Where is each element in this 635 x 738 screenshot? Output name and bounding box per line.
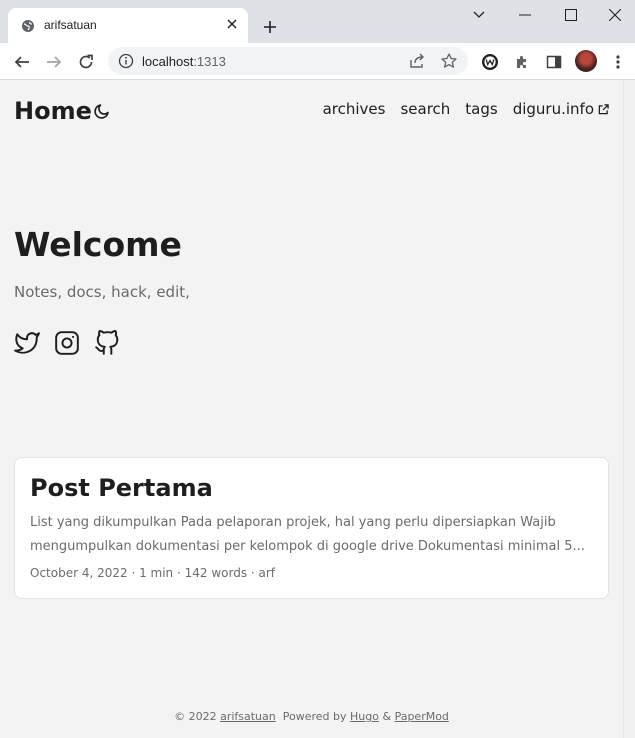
nav-diguru-info-label: diguru.info xyxy=(512,100,594,118)
instagram-icon[interactable] xyxy=(54,330,80,356)
nav-search[interactable]: search xyxy=(400,100,450,118)
hero-subtitle: Notes, docs, hack, edit, xyxy=(14,283,190,301)
footer-hugo-link[interactable]: Hugo xyxy=(350,710,379,723)
tab-title: arifsatuan xyxy=(44,18,97,32)
external-link-icon xyxy=(598,103,609,114)
nav-diguru-info[interactable]: diguru.info xyxy=(513,100,609,118)
moon-icon[interactable] xyxy=(93,102,111,120)
browser-tab[interactable]: arifsatuan xyxy=(8,8,248,43)
url-port: :1313 xyxy=(193,54,226,69)
back-arrow-icon[interactable] xyxy=(8,48,36,76)
globe-icon xyxy=(21,19,35,33)
github-icon[interactable] xyxy=(94,330,120,356)
post-summary: List yang dikumpulkan Pada pelaporan pro… xyxy=(30,515,585,554)
footer-copyright: © 2022 xyxy=(174,710,217,723)
kebab-menu-icon[interactable] xyxy=(604,48,632,76)
side-panel-icon[interactable] xyxy=(540,48,568,76)
page-scrollbar[interactable] xyxy=(623,80,635,738)
close-tab-icon[interactable] xyxy=(222,14,242,34)
reload-icon[interactable] xyxy=(72,48,100,76)
browser-toolbar: localhost:1313 xyxy=(0,43,635,80)
site-info-icon[interactable] xyxy=(118,53,134,69)
maximize-icon[interactable] xyxy=(548,0,594,30)
footer-ampersand: & xyxy=(382,710,392,723)
url-text[interactable]: localhost:1313 xyxy=(142,54,226,69)
profile-avatar[interactable] xyxy=(575,50,597,72)
hero-title: Welcome xyxy=(14,225,182,264)
url-host: localhost xyxy=(142,54,194,69)
twitter-icon[interactable] xyxy=(14,330,40,356)
main-nav: archives search tags diguru.info xyxy=(323,100,609,118)
tab-search-chevron-icon[interactable] xyxy=(456,0,502,30)
extension-w-icon[interactable] xyxy=(476,48,504,76)
post-meta: October 4, 2022 · 1 min · 142 words · ar… xyxy=(30,566,276,580)
new-tab-icon[interactable] xyxy=(258,15,282,39)
nav-tags[interactable]: tags xyxy=(465,100,497,118)
post-card[interactable]: Post Pertama List yang dikumpulkan Pada … xyxy=(14,457,609,599)
site-logo-home-link[interactable]: Home xyxy=(14,97,92,125)
footer-papermod-link[interactable]: PaperMod xyxy=(395,710,449,723)
share-icon[interactable] xyxy=(408,52,426,70)
forward-arrow-icon[interactable] xyxy=(40,48,68,76)
post-title: Post Pertama xyxy=(30,474,213,502)
footer-site-link[interactable]: arifsatuan xyxy=(220,710,276,723)
nav-archives[interactable]: archives xyxy=(323,100,386,118)
address-bar[interactable]: localhost:1313 xyxy=(108,47,468,75)
window-close-icon[interactable] xyxy=(594,0,635,30)
tab-strip: arifsatuan xyxy=(0,0,635,43)
site-footer: © 2022 arifsatuan Powered by Hugo & Pape… xyxy=(0,710,623,723)
page-viewport: Home archives search tags diguru.info We… xyxy=(0,80,623,738)
minimize-icon[interactable] xyxy=(502,0,548,30)
footer-powered-by: Powered by xyxy=(282,710,347,723)
social-icons xyxy=(14,330,120,356)
extensions-puzzle-icon[interactable] xyxy=(508,48,536,76)
bookmark-star-icon[interactable] xyxy=(440,52,458,70)
